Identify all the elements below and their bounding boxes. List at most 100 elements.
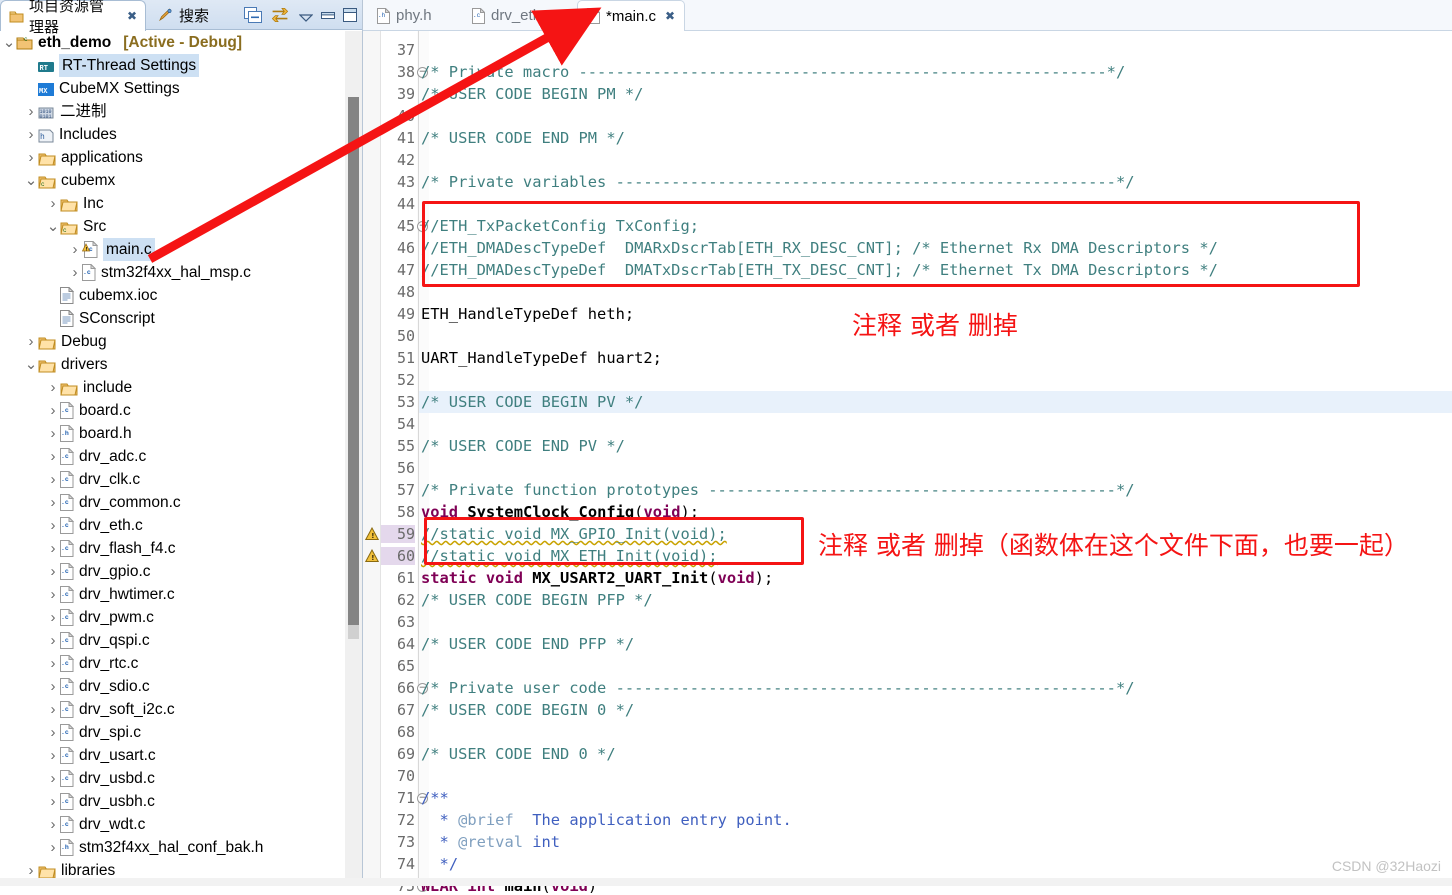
tree-item-includes[interactable]: › h Includes — [0, 123, 345, 146]
tree-item-drv-wdt-c[interactable]: › .c drv_wdt.c — [0, 813, 345, 836]
chevron-right-icon[interactable]: › — [46, 836, 60, 859]
chevron-right-icon[interactable]: › — [46, 537, 60, 560]
chevron-right-icon[interactable]: › — [46, 376, 60, 399]
code-line[interactable]: void SystemClock_Config(void); — [421, 503, 699, 521]
code-line[interactable]: /** — [421, 789, 449, 807]
code-line[interactable]: */ — [421, 855, 459, 873]
chevron-right-icon[interactable]: › — [46, 744, 60, 767]
code-line[interactable]: * @retval int — [421, 833, 561, 851]
tree-item-drv-pwm-c[interactable]: › .c drv_pwm.c — [0, 606, 345, 629]
tree-item-board-c[interactable]: › .c board.c — [0, 399, 345, 422]
code-line[interactable]: //ETH_TxPacketConfig TxConfig; — [421, 217, 699, 235]
maximize-icon[interactable] — [342, 7, 358, 28]
editor-tab-drv-eth-c[interactable]: .c drv_eth.c — [463, 0, 562, 31]
tree-item-drv-common-c[interactable]: › .c drv_common.c — [0, 491, 345, 514]
code-line[interactable]: //ETH_DMADescTypeDef DMATxDscrTab[ETH_TX… — [421, 261, 1218, 279]
code-line[interactable]: /* Private function prototypes ---------… — [421, 481, 1134, 499]
tree-item-cubemx-ioc[interactable]: cubemx.ioc — [0, 284, 345, 307]
tree-item-drv-hwtimer-c[interactable]: › .c drv_hwtimer.c — [0, 583, 345, 606]
tree-item-drv-adc-c[interactable]: › .c drv_adc.c — [0, 445, 345, 468]
view-menu-icon[interactable] — [298, 10, 314, 28]
chevron-right-icon[interactable]: › — [46, 422, 60, 445]
code-line[interactable]: /* USER CODE END 0 */ — [421, 745, 616, 763]
tree-item-rt-thread-settings[interactable]: RT RT-Thread Settings — [0, 54, 345, 77]
minimize-icon[interactable] — [320, 9, 337, 27]
chevron-right-icon[interactable]: › — [46, 468, 60, 491]
chevron-right-icon[interactable]: › — [24, 146, 38, 169]
code-line[interactable]: /* Private macro -----------------------… — [421, 63, 1125, 81]
code-editor[interactable]: 37 38−/* Private macro ------------------… — [363, 31, 1452, 895]
chevron-right-icon[interactable]: › — [46, 629, 60, 652]
chevron-right-icon[interactable]: › — [68, 261, 82, 284]
tree-item-drv-clk-c[interactable]: › .c drv_clk.c — [0, 468, 345, 491]
code-line[interactable]: //static void MX_ETH_Init(void); — [421, 547, 718, 565]
code-line[interactable]: UART_HandleTypeDef huart2; — [421, 349, 662, 367]
tree-item--[interactable]: › 1010 0101 二进制 — [0, 100, 345, 123]
tree-scrollbar-thumb-lower[interactable] — [348, 625, 359, 639]
tree-item-cubemx[interactable]: ⌄ c cubemx — [0, 169, 345, 192]
code-line[interactable]: /* USER CODE END PV */ — [421, 437, 625, 455]
chevron-right-icon[interactable]: › — [46, 606, 60, 629]
chevron-right-icon[interactable]: › — [46, 491, 60, 514]
tree-item-include[interactable]: › include — [0, 376, 345, 399]
tree-item-drv-usbh-c[interactable]: › .c drv_usbh.c — [0, 790, 345, 813]
editor-tab-phy-h[interactable]: .h phy.h — [368, 0, 441, 31]
tree-item-drv-gpio-c[interactable]: › .c drv_gpio.c — [0, 560, 345, 583]
chevron-right-icon[interactable]: › — [46, 583, 60, 606]
chevron-down-icon[interactable]: ⌄ — [24, 173, 38, 188]
chevron-right-icon[interactable]: › — [68, 238, 82, 261]
chevron-down-icon[interactable]: ⌄ — [2, 35, 16, 50]
code-line[interactable]: * @brief The application entry point. — [421, 811, 792, 829]
chevron-right-icon[interactable]: › — [46, 652, 60, 675]
close-icon[interactable]: ✖ — [127, 9, 137, 23]
tree-item-main-c[interactable]: ›.c!main.c — [0, 238, 345, 261]
collapse-all-icon[interactable] — [244, 7, 263, 29]
code-line[interactable]: //ETH_DMADescTypeDef DMARxDscrTab[ETH_RX… — [421, 239, 1218, 257]
project-tree[interactable]: ⌄ c eth_demo [Active - Debug] RT RT-Thread Se… — [0, 31, 345, 886]
code-line[interactable]: /* Private variables -------------------… — [421, 173, 1134, 191]
warning-marker-icon[interactable]: ! — [364, 526, 380, 541]
chevron-down-icon[interactable]: ⌄ — [24, 357, 38, 372]
chevron-right-icon[interactable]: › — [24, 330, 38, 353]
tree-item-inc[interactable]: › Inc — [0, 192, 345, 215]
tab-search[interactable]: 搜索 — [150, 0, 230, 30]
warning-marker-icon[interactable]: ! — [364, 548, 380, 563]
tree-item-drv-flash-f4-c[interactable]: › .c drv_flash_f4.c — [0, 537, 345, 560]
tree-item-drv-rtc-c[interactable]: › .c drv_rtc.c — [0, 652, 345, 675]
chevron-right-icon[interactable]: › — [46, 560, 60, 583]
chevron-right-icon[interactable]: › — [46, 514, 60, 537]
chevron-right-icon[interactable]: › — [46, 767, 60, 790]
chevron-right-icon[interactable]: › — [46, 698, 60, 721]
tree-item-debug[interactable]: › Debug — [0, 330, 345, 353]
marker-ruler[interactable] — [363, 31, 381, 886]
tree-item-drv-sdio-c[interactable]: › .c drv_sdio.c — [0, 675, 345, 698]
tree-item-drv-spi-c[interactable]: › .c drv_spi.c — [0, 721, 345, 744]
code-line[interactable]: static void MX_USART2_UART_Init(void); — [421, 569, 773, 587]
link-with-editor-icon[interactable] — [270, 7, 290, 29]
code-line[interactable]: /* USER CODE END PM */ — [421, 129, 625, 147]
close-icon[interactable]: ✖ — [665, 9, 675, 23]
tab-project-explorer[interactable]: 项目资源管理器 ✖ — [0, 0, 146, 36]
code-line[interactable]: /* USER CODE BEGIN PFP */ — [421, 591, 653, 609]
tree-item-eth-demo[interactable]: ⌄ c eth_demo [Active - Debug] — [0, 31, 345, 54]
chevron-right-icon[interactable]: › — [46, 813, 60, 836]
tree-item-drv-eth-c[interactable]: › .c drv_eth.c — [0, 514, 345, 537]
tree-item-cubemx-settings[interactable]: MX CubeMX Settings — [0, 77, 345, 100]
chevron-right-icon[interactable]: › — [46, 399, 60, 422]
tree-item-applications[interactable]: › applications — [0, 146, 345, 169]
chevron-right-icon[interactable]: › — [24, 123, 38, 146]
tree-item-drv-qspi-c[interactable]: › .c drv_qspi.c — [0, 629, 345, 652]
chevron-right-icon[interactable]: › — [46, 721, 60, 744]
code-line[interactable]: /* USER CODE BEGIN PM */ — [421, 85, 643, 103]
tree-item-drv-usbd-c[interactable]: › .c drv_usbd.c — [0, 767, 345, 790]
code-line[interactable]: /* USER CODE BEGIN 0 */ — [421, 701, 634, 719]
editor-tab-main-c[interactable]: .c *main.c ✖ — [577, 0, 686, 32]
tree-item-drv-soft-i2c-c[interactable]: › .c drv_soft_i2c.c — [0, 698, 345, 721]
tree-item-stm32f4xx-hal-conf-bak-h[interactable]: › .h stm32f4xx_hal_conf_bak.h — [0, 836, 345, 859]
tree-item-src[interactable]: ⌄ c Src — [0, 215, 345, 238]
chevron-down-icon[interactable]: ⌄ — [46, 219, 60, 234]
chevron-right-icon[interactable]: › — [46, 675, 60, 698]
chevron-right-icon[interactable]: › — [46, 445, 60, 468]
tree-scrollbar-thumb[interactable] — [348, 97, 359, 625]
tree-item-drivers[interactable]: ⌄ drivers — [0, 353, 345, 376]
